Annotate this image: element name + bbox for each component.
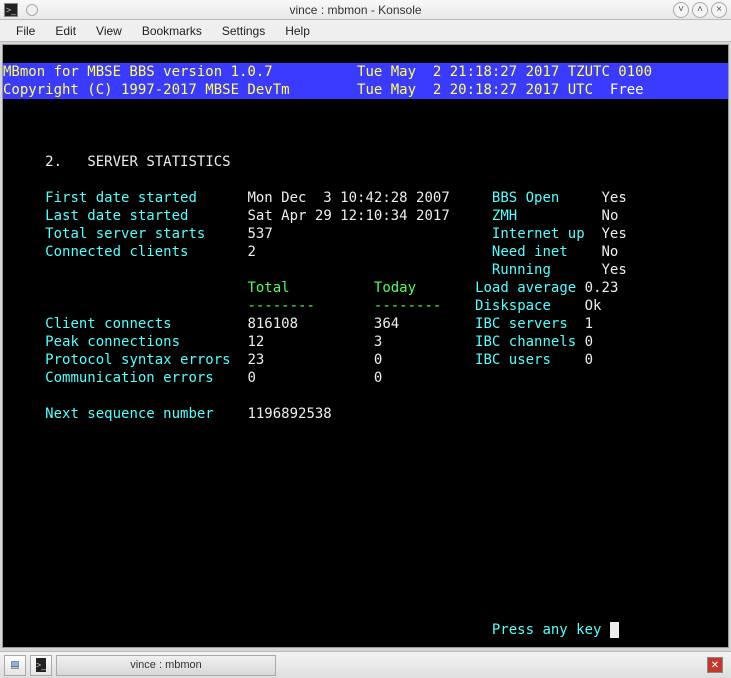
titlebar[interactable]: >_ vince : mbmon - Konsole ˅ ˄ × [0,0,731,20]
label-bbs-open: BBS Open [492,190,559,206]
value-cc-today: 364 [374,316,399,332]
label-zmh: ZMH [492,208,517,224]
terminal-content: MBmon for MBSE BBS version 1.0.7 Tue May… [3,63,728,639]
value-last-date: Sat Apr 29 12:10:34 2017 [247,208,449,224]
menubar: File Edit View Bookmarks Settings Help [0,20,731,42]
label-total: Total [247,280,289,296]
label-last-date: Last date started [45,208,188,224]
value-proto-total: 23 [247,352,264,368]
sep-1: -------- [247,298,314,314]
header-line-1: MBmon for MBSE BBS version 1.0.7 Tue May… [3,63,728,81]
label-diskspace: Diskspace [475,298,551,314]
konsole-task-icon[interactable]: >_ [30,655,52,676]
header-line-2: Copyright (C) 1997-2017 MBSE DevTm Tue M… [3,81,728,99]
window-title: vince : mbmon - Konsole [38,3,673,17]
label-internet: Internet up [492,226,585,242]
label-client-connects: Client connects [45,316,171,332]
section-num: 2. [45,154,62,170]
desktop-icon [11,658,19,672]
label-today: Today [374,280,416,296]
value-comm-today: 0 [374,370,382,386]
app-icon: >_ [4,3,18,17]
show-desktop-button[interactable] [4,655,26,676]
menu-settings[interactable]: Settings [212,22,275,40]
label-total-starts: Total server starts [45,226,205,242]
maximize-button[interactable]: ˄ [692,2,708,18]
menu-file[interactable]: File [6,22,45,40]
value-proto-today: 0 [374,352,382,368]
value-next-seq: 1196892538 [247,406,331,422]
minimize-button[interactable]: ˅ [673,2,689,18]
menu-bookmarks[interactable]: Bookmarks [132,22,212,40]
tray-alert-icon[interactable]: ✕ [707,657,723,673]
task-active[interactable]: vince : mbmon [56,655,276,676]
section-title: SERVER STATISTICS [87,154,230,170]
label-running: Running [492,262,551,278]
value-total-starts: 537 [247,226,272,242]
taskbar: >_ vince : mbmon ✕ [0,651,731,678]
value-running: Yes [601,262,626,278]
menu-view[interactable]: View [86,22,132,40]
label-connected: Connected clients [45,244,188,260]
value-internet: Yes [602,226,627,242]
value-diskspace: Ok [585,298,602,314]
value-ibc-chan: 0 [585,334,593,350]
value-zmh: No [602,208,619,224]
label-need-inet: Need inet [492,244,568,260]
value-peak-today: 3 [374,334,382,350]
label-load-avg: Load average [475,280,576,296]
value-load-avg: 0.23 [585,280,619,296]
value-comm-total: 0 [247,370,255,386]
label-ibc-chan: IBC channels [475,334,576,350]
menu-edit[interactable]: Edit [45,22,86,40]
label-ibc-srv: IBC servers [475,316,568,332]
window-controls: ˅ ˄ × [673,2,727,18]
value-peak-total: 12 [247,334,264,350]
value-need-inet: No [602,244,619,260]
system-tray: ✕ [703,657,727,673]
pin-icon[interactable] [26,4,38,16]
label-ibc-usr: IBC users [475,352,551,368]
task-active-label: vince : mbmon [130,659,202,671]
label-first-date: First date started [45,190,197,206]
value-bbs-open: Yes [602,190,627,206]
close-button[interactable]: × [711,2,727,18]
label-next-seq: Next sequence number [45,406,214,422]
press-any-key: Press any key [492,622,610,638]
value-cc-total: 816108 [247,316,298,332]
label-proto-err: Protocol syntax errors [45,352,230,368]
label-peak: Peak connections [45,334,180,350]
menu-help[interactable]: Help [275,22,320,40]
terminal-icon: >_ [36,658,46,672]
label-comm-err: Communication errors [45,370,214,386]
cursor-icon [610,622,619,638]
sep-2: -------- [374,298,441,314]
value-ibc-srv: 1 [585,316,593,332]
value-ibc-usr: 0 [585,352,593,368]
terminal[interactable]: MBmon for MBSE BBS version 1.0.7 Tue May… [2,44,729,648]
value-connected: 2 [247,244,255,260]
value-first-date: Mon Dec 3 10:42:28 2007 [247,190,449,206]
